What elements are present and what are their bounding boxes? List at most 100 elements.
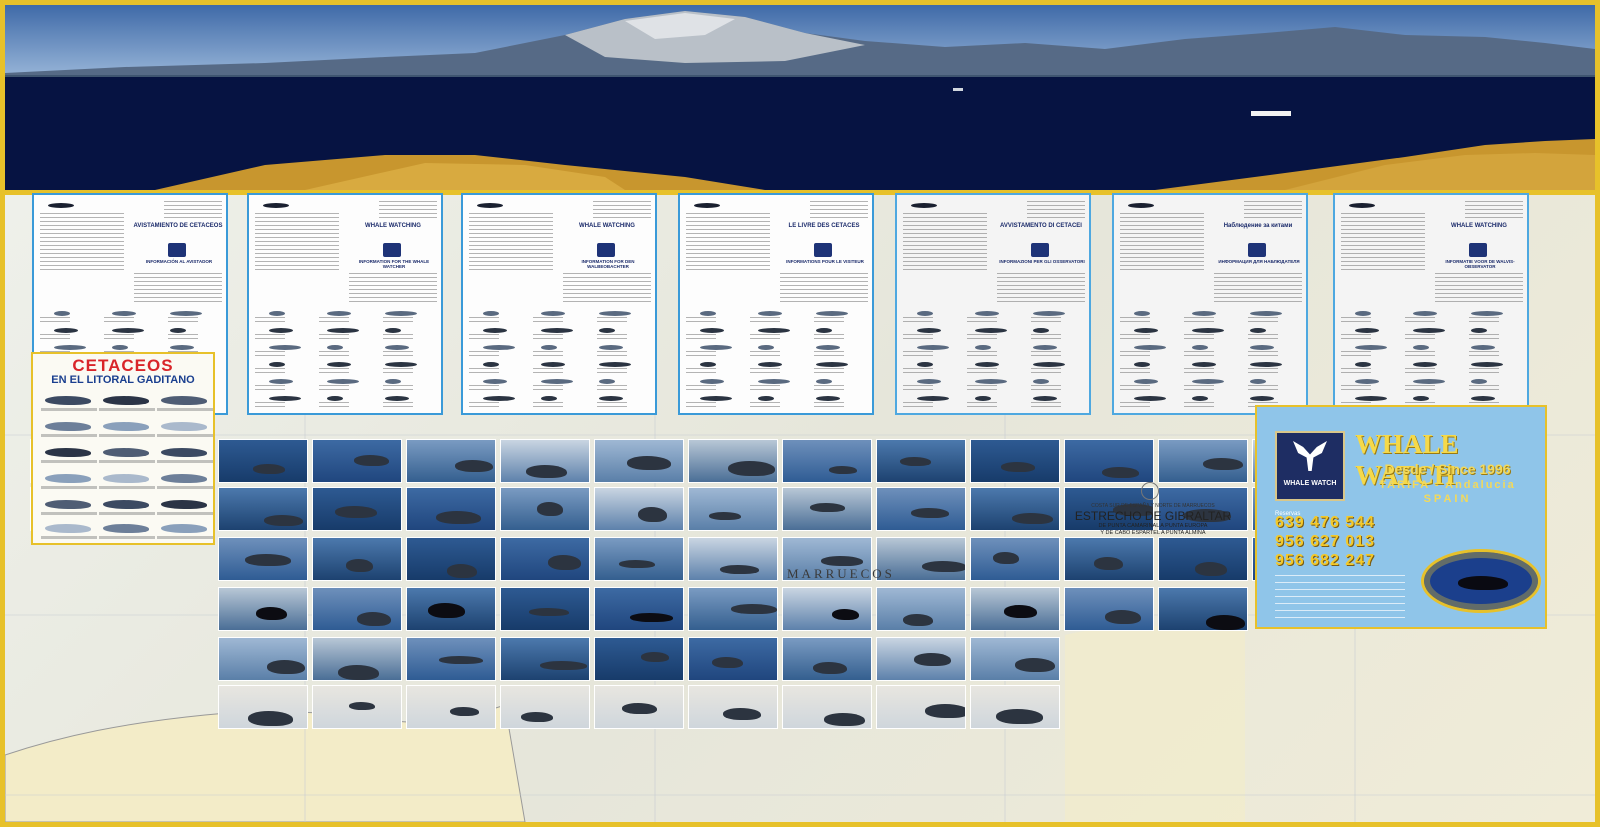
species-label <box>157 486 213 489</box>
whale-photo <box>1158 587 1248 631</box>
species-item <box>99 498 155 522</box>
whale-photo <box>312 439 402 483</box>
species-item <box>157 394 213 418</box>
cetacean-icon <box>1134 328 1158 333</box>
leaflet-6: Наблюдение за китами ИНФОРМАЦИЯ ДЛЯ НАБЛЮ… <box>1112 193 1308 415</box>
text-block <box>750 351 780 359</box>
text-block <box>383 351 413 359</box>
orca-seal-icon <box>1421 549 1541 613</box>
text-block <box>319 317 349 325</box>
cetacean-icon <box>450 707 479 716</box>
cetacean-icon <box>1094 557 1123 570</box>
cetacean-icon <box>758 345 774 350</box>
whale-photo <box>594 637 684 681</box>
cetaceos-subtitle: EN EL LITORAL GADITANO <box>51 374 195 386</box>
contact-details <box>1275 575 1405 623</box>
whale-photo <box>876 439 966 483</box>
text-block <box>1469 334 1499 342</box>
cetacean-icon <box>1134 345 1166 350</box>
text-block <box>255 213 339 273</box>
text-block <box>1341 368 1371 376</box>
text-block <box>1120 317 1150 325</box>
whale-photo <box>406 587 496 631</box>
whale-photo <box>218 487 308 531</box>
text-block <box>903 213 987 273</box>
leaflet-title: WHALE WATCHING <box>1451 223 1507 229</box>
species-label <box>41 434 97 437</box>
text-block <box>597 368 627 376</box>
cetacean-icon <box>1033 396 1057 401</box>
text-block <box>469 334 499 342</box>
text-block <box>1435 273 1523 303</box>
text-block <box>1405 351 1435 359</box>
species-item <box>157 472 213 496</box>
cetacean-icon <box>723 708 761 720</box>
text-block <box>255 351 285 359</box>
text-block <box>255 402 285 410</box>
text-block <box>597 351 627 359</box>
cetacean-icon <box>161 500 207 509</box>
leaflet-subtitle: INFORMATION FOR DEN WALBEOBACHTER <box>581 259 635 269</box>
leaflet-4: LE LIVRE DES CETACES INFORMATIONS POUR LE… <box>678 193 874 415</box>
whale-photo <box>970 439 1060 483</box>
cetacean-icon <box>541 379 573 384</box>
whale-photo <box>782 487 872 531</box>
cetacean-icon <box>917 311 933 316</box>
cetacean-icon <box>700 379 724 384</box>
phone-2[interactable]: 956 627 013 <box>1275 533 1375 551</box>
cetacean-icon <box>1134 362 1150 367</box>
text-block <box>597 317 627 325</box>
species-label <box>99 486 155 489</box>
whale-photo <box>688 439 778 483</box>
cetacean-icon <box>541 328 573 333</box>
cetacean-icon <box>1413 362 1437 367</box>
text-block <box>1031 334 1061 342</box>
whale-photo <box>500 587 590 631</box>
cetacean-icon <box>1471 328 1487 333</box>
text-block <box>597 385 627 393</box>
cetacean-icon <box>1413 396 1429 401</box>
text-block <box>1031 368 1061 376</box>
species-label <box>157 434 213 437</box>
text-block <box>1031 385 1061 393</box>
cetacean-icon <box>832 609 859 620</box>
text-block <box>593 201 651 221</box>
cetacean-icon <box>170 345 194 350</box>
orca-icon <box>263 203 289 208</box>
cetacean-icon <box>483 345 515 350</box>
species-item <box>41 446 97 470</box>
text-block <box>1120 385 1150 393</box>
cetacean-icon <box>256 607 287 620</box>
phone-1[interactable]: 639 476 544 <box>1275 514 1375 532</box>
cetacean-icon <box>1413 379 1445 384</box>
species-label <box>41 536 97 539</box>
cetacean-icon <box>641 652 669 662</box>
cetacean-icon <box>1192 345 1208 350</box>
text-block <box>686 402 716 410</box>
text-block <box>1248 334 1278 342</box>
cetacean-icon <box>529 608 569 616</box>
cetacean-icon <box>712 657 743 668</box>
text-block <box>814 385 844 393</box>
text-block <box>1405 368 1435 376</box>
whale-photo <box>1064 537 1154 581</box>
text-block <box>1184 402 1214 410</box>
cetacean-icon <box>1012 513 1053 524</box>
cetacean-icon <box>45 524 91 533</box>
cetacean-icon <box>1015 658 1055 672</box>
chart-title-line2: Y DE CABO ESPARTEL A PUNTA ALMINA <box>1100 530 1206 536</box>
whale-photo <box>688 685 778 729</box>
text-block <box>1120 351 1150 359</box>
cetacean-icon <box>45 448 91 457</box>
text-block <box>1248 368 1278 376</box>
cetacean-icon <box>720 565 759 574</box>
cetacean-icon <box>1192 328 1224 333</box>
cetacean-icon <box>385 345 409 350</box>
text-block <box>1465 201 1523 221</box>
cetacean-icon <box>526 465 567 478</box>
cetacean-icon <box>1192 379 1224 384</box>
text-block <box>1027 201 1085 221</box>
chart-title-line1: DE PUNTA CAMARINAL A PUNTA EUROPA <box>1098 523 1208 529</box>
cetacean-icon <box>541 345 557 350</box>
phone-3[interactable]: 956 682 247 <box>1275 552 1375 570</box>
